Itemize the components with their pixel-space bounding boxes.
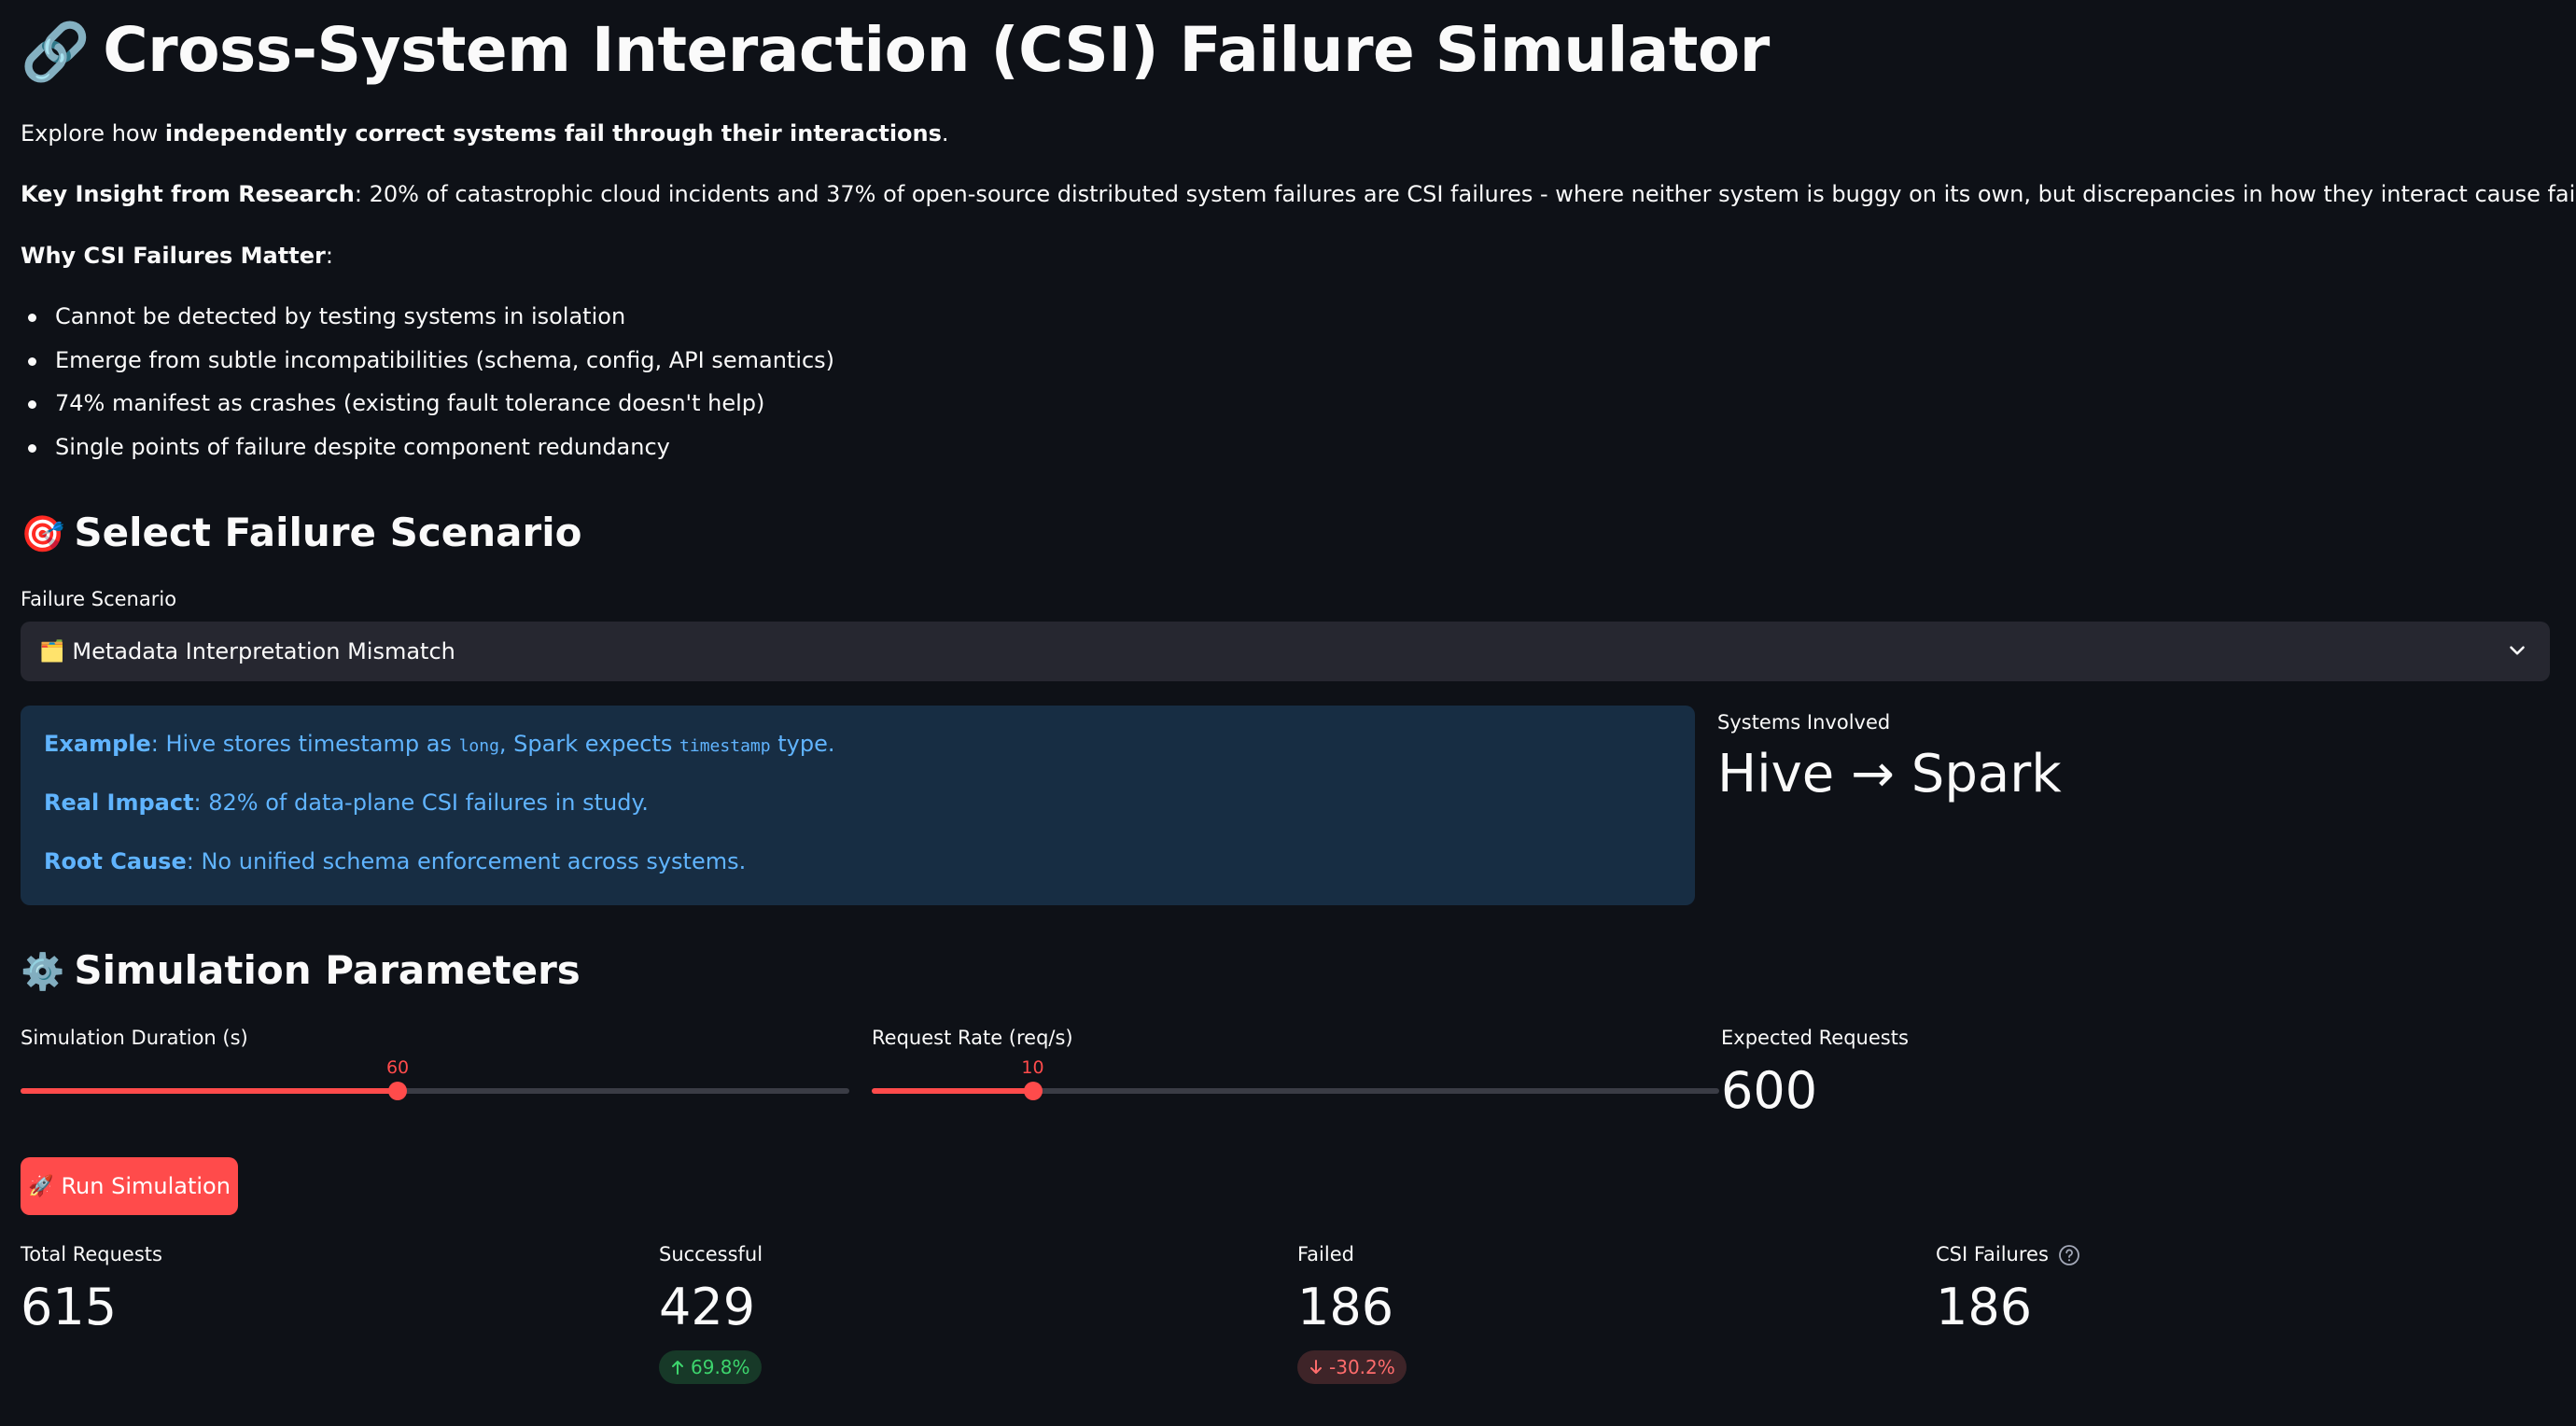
rate-slider-label: Request Rate (req/s) — [872, 1027, 1073, 1049]
arrow-down-icon — [1310, 1360, 1322, 1374]
scenario-root-cause: Root Cause: No unified schema enforcemen… — [44, 848, 747, 874]
slider-fill — [21, 1088, 399, 1094]
duration-slider-label: Simulation Duration (s) — [21, 1027, 248, 1049]
expected-requests-value: 600 — [1721, 1061, 1818, 1120]
folder-icon: 🗂️ — [39, 639, 65, 664]
systems-involved-label: Systems Involved — [1717, 711, 1891, 734]
rate-slider[interactable]: 10 — [872, 1057, 1719, 1100]
gear-icon: ⚙️ — [21, 951, 65, 992]
rocket-icon: 🚀 — [28, 1174, 54, 1198]
target-icon: 🎯 — [21, 513, 65, 554]
scenario-select[interactable]: 🗂️ Metadata Interpretation Mismatch — [21, 622, 2550, 681]
arrow-up-icon — [672, 1361, 683, 1375]
scenario-select-value: Metadata Interpretation Mismatch — [72, 638, 455, 664]
scenario-heading: 🎯 Select Failure Scenario — [21, 510, 582, 555]
scenario-impact: Real Impact: 82% of data-plane CSI failu… — [44, 790, 649, 816]
failed-value: 186 — [1297, 1278, 1394, 1336]
scenario-select-label: Failure Scenario — [21, 588, 177, 610]
slider-thumb[interactable] — [1023, 1082, 1043, 1100]
intro-key-insight: Key Insight from Research: 20% of catast… — [21, 181, 2576, 207]
link-icon: 🔗 — [21, 20, 91, 85]
expected-requests-label: Expected Requests — [1721, 1027, 1909, 1049]
successful-delta-badge: 69.8% — [659, 1350, 762, 1384]
chevron-down-icon[interactable] — [2505, 638, 2529, 663]
total-requests-value: 615 — [21, 1278, 118, 1336]
list-item: Single points of failure despite compone… — [21, 431, 834, 475]
slider-value: 60 — [385, 1057, 410, 1078]
systems-involved-value: Hive → Spark — [1717, 744, 2062, 804]
run-simulation-label: Run Simulation — [61, 1173, 231, 1199]
slider-fill — [872, 1088, 1033, 1094]
run-simulation-button[interactable]: 🚀 Run Simulation — [21, 1157, 238, 1215]
scenario-info-box: Example: Hive stores timestamp as long, … — [21, 706, 1695, 905]
page-title-text: Cross-System Interaction (CSI) Failure S… — [103, 14, 1770, 86]
list-item: 74% manifest as crashes (existing fault … — [21, 387, 834, 431]
csi-failures-value: 186 — [1936, 1278, 2033, 1336]
slider-thumb[interactable] — [388, 1082, 408, 1100]
scenario-example: Example: Hive stores timestamp as long, … — [44, 731, 835, 757]
why-list: Cannot be detected by testing systems in… — [21, 301, 834, 474]
params-heading: ⚙️ Simulation Parameters — [21, 947, 581, 993]
page-title: 🔗 Cross-System Interaction (CSI) Failure … — [21, 13, 1770, 90]
total-requests-label: Total Requests — [21, 1243, 162, 1265]
duration-slider[interactable]: 60 — [21, 1057, 849, 1100]
intro-why-heading: Why CSI Failures Matter: — [21, 243, 333, 269]
failed-delta-badge: -30.2% — [1297, 1350, 1407, 1384]
list-item: Cannot be detected by testing systems in… — [21, 301, 834, 344]
successful-label: Successful — [659, 1243, 763, 1265]
intro-explore: Explore how independently correct system… — [21, 120, 949, 147]
failed-label: Failed — [1297, 1243, 1354, 1265]
successful-value: 429 — [659, 1278, 756, 1336]
help-icon[interactable] — [2058, 1244, 2080, 1266]
list-item: Emerge from subtle incompatibilities (sc… — [21, 344, 834, 388]
csi-failures-label: CSI Failures — [1936, 1241, 2080, 1267]
slider-value: 10 — [1021, 1057, 1044, 1078]
